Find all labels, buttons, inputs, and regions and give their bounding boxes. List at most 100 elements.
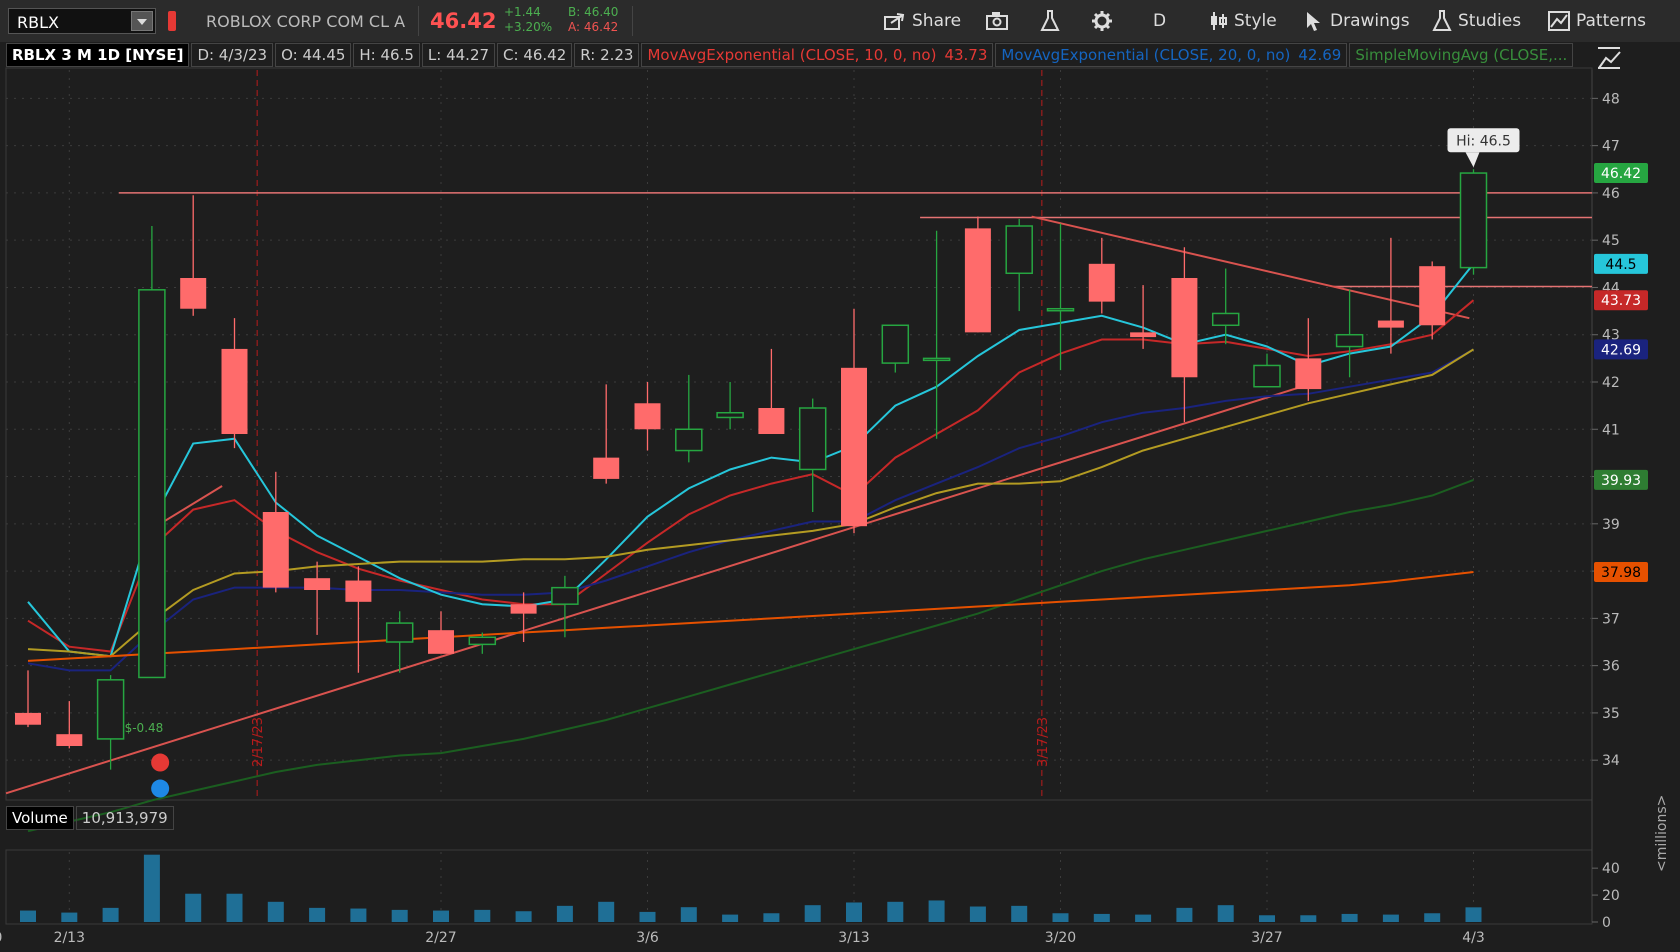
volume-bar [1135, 914, 1152, 922]
symbol-dropdown-button[interactable] [131, 11, 153, 31]
volume-bar [722, 914, 739, 922]
patterns-button[interactable]: Patterns [1548, 0, 1646, 42]
info-icon [151, 779, 170, 798]
bid-price: B: 46.40 [568, 5, 619, 19]
price-label-text: 39.93 [1601, 473, 1641, 489]
price-label-text: 42.69 [1601, 342, 1641, 358]
candle-body [1419, 266, 1446, 326]
date-tick-label: 3/20 [1045, 930, 1076, 946]
candle-body [468, 636, 497, 646]
share-button[interactable]: Share [884, 0, 961, 42]
candle [964, 216, 991, 333]
symbol-info[interactable]: RBLX 3 M 1D [NYSE] [6, 43, 190, 67]
price-tick-label: 47 [1602, 139, 1620, 155]
volume-bar [846, 902, 862, 922]
volume-tick-label: 40 [1602, 861, 1620, 877]
bar-high: H: 46.5 [353, 43, 420, 67]
candle-body [15, 712, 41, 725]
gear-icon [1092, 11, 1112, 31]
volume-label[interactable]: Volume [6, 806, 74, 830]
event-icon [151, 753, 170, 772]
alert-icon[interactable] [168, 11, 176, 31]
camera-icon [986, 12, 1008, 30]
bar-low: L: 44.27 [421, 43, 496, 67]
studies-label: Studies [1458, 11, 1522, 31]
candle-body [304, 578, 331, 590]
volume-bar [1259, 915, 1275, 922]
ema10-value: 43.73 [944, 46, 988, 64]
share-label: Share [912, 11, 962, 31]
price-tick-label: 41 [1602, 422, 1620, 438]
candle [1459, 169, 1488, 275]
volume-bar [928, 900, 945, 922]
volume-bar [474, 909, 491, 922]
candle-body [1377, 320, 1404, 328]
symbol-text: RBLX [17, 13, 59, 32]
candle-body [1005, 225, 1033, 275]
candle-body [221, 348, 248, 434]
ema20-study-label[interactable]: MovAvgExponential (CLOSE, 20, 0, no) 42.6… [995, 43, 1348, 67]
drawings-button[interactable]: Drawings [1304, 0, 1410, 42]
candle-body [551, 586, 579, 605]
candle-body [1295, 358, 1322, 390]
sma-name: SimpleMovingAvg (CLOSE,... [1355, 46, 1568, 64]
candle-body [1211, 312, 1240, 327]
volume-bar [1011, 905, 1028, 922]
candle-body [758, 408, 785, 434]
snapshot-button[interactable] [986, 0, 1016, 42]
style-button[interactable]: Style [1208, 0, 1277, 42]
candle-body [881, 324, 910, 364]
date-tick-label: 2/27 [425, 930, 456, 946]
volume-bar [969, 906, 986, 922]
volume-bar [309, 907, 326, 922]
candle-body [385, 622, 414, 643]
settings-button[interactable] [1091, 0, 1119, 42]
ema10-study-label[interactable]: MovAvgExponential (CLOSE, 10, 0, no) 43.7… [641, 43, 994, 67]
volume-bar [598, 901, 615, 922]
ema20-name: MovAvgExponential (CLOSE, 20, 0, no) [1001, 46, 1291, 64]
aggregation-label: D [1153, 11, 1167, 31]
chart-area[interactable]: 2/17/233/17/23 3435363739404142434445464… [0, 42, 1680, 952]
flask-icon [1040, 10, 1060, 31]
ema10-name: MovAvgExponential (CLOSE, 10, 0, no) [647, 46, 937, 64]
volume-bar [185, 893, 202, 922]
volume-bar [226, 893, 243, 922]
symbol-input[interactable]: RBLX [8, 8, 156, 34]
flask-button[interactable] [1040, 0, 1066, 42]
top-toolbar: RBLX ROBLOX CORP COM CL A 46.42 +1.44 +3… [0, 0, 1680, 43]
volume-bar [1176, 907, 1193, 922]
beaker-icon [1432, 10, 1452, 31]
volume-bar [1382, 914, 1399, 922]
candle-body [634, 403, 661, 430]
price-tick-label: 34 [1602, 753, 1620, 769]
date-tick-label: 3/6 [636, 930, 659, 946]
sma-study-label[interactable]: SimpleMovingAvg (CLOSE,... [1349, 43, 1574, 67]
drawings-label: Drawings [1330, 11, 1410, 31]
volume-unit-label: <millions> [1654, 794, 1670, 872]
pct-change: +3.20% [504, 20, 553, 34]
ask-price: A: 46.42 [568, 20, 619, 34]
chart-settings-icon[interactable] [1596, 44, 1624, 72]
volume-bar [515, 911, 532, 922]
price-label-text: 46.42 [1601, 166, 1641, 182]
studies-button[interactable]: Studies [1432, 0, 1521, 42]
bar-range: R: 2.23 [574, 43, 640, 67]
aggregation-button[interactable]: D [1153, 0, 1166, 42]
price-tick-label: 45 [1602, 233, 1620, 249]
price-tick-label: 35 [1602, 706, 1620, 722]
volume-bar [433, 910, 449, 922]
candle-body [345, 580, 372, 602]
volume-bar [1300, 915, 1317, 922]
ema20-value: 42.69 [1298, 46, 1342, 64]
price-tick-label: 42 [1602, 375, 1620, 391]
company-name: ROBLOX CORP COM CL A [206, 12, 406, 31]
volume-bar [763, 913, 780, 922]
candle-body [138, 289, 166, 679]
volume-bar [556, 905, 573, 922]
volume-value: 10,913,979 [75, 806, 174, 830]
candle-body [922, 357, 951, 362]
volume-bar [102, 907, 119, 922]
cursor-icon [1307, 12, 1320, 31]
volume-bar [639, 911, 656, 922]
high-bubble-text: Hi: 46.5 [1456, 133, 1511, 149]
